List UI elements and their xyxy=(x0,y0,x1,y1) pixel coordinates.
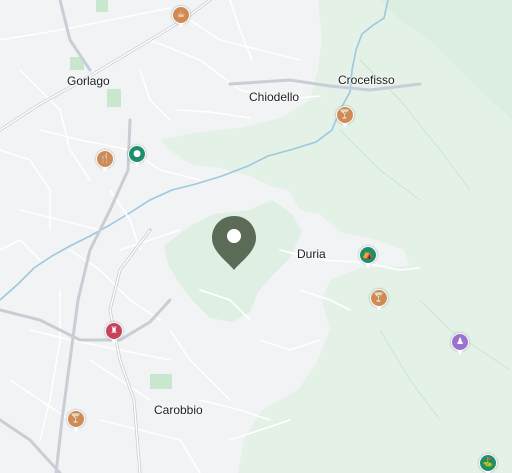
bar-icon[interactable]: 🍸 xyxy=(67,410,85,432)
place-label-duria[interactable]: Duria xyxy=(297,247,326,261)
golf-icon[interactable]: ⛳ xyxy=(479,454,497,473)
bar-icon[interactable]: 🍸 xyxy=(370,289,388,311)
location-pin-icon[interactable] xyxy=(210,214,258,272)
place-label-chiodello[interactable]: Chiodello xyxy=(249,90,299,104)
picnic-icon[interactable]: ⛺ xyxy=(359,246,377,268)
park-icon[interactable]: ● xyxy=(128,145,146,167)
park-area xyxy=(150,374,172,389)
attraction-icon[interactable]: ♟ xyxy=(451,333,469,355)
place-label-crocefisso[interactable]: Crocefisso xyxy=(338,73,395,87)
museum-icon[interactable]: ♜ xyxy=(105,322,123,344)
place-label-carobbio[interactable]: Carobbio xyxy=(154,403,203,417)
place-label-gorlago[interactable]: Gorlago xyxy=(67,74,110,88)
cafe-icon[interactable]: ☕ xyxy=(172,6,190,28)
bar-icon[interactable]: 🍸 xyxy=(336,106,354,128)
park-area xyxy=(107,89,121,107)
restaurant-icon[interactable]: 🍴 xyxy=(96,150,114,172)
park-area xyxy=(96,0,108,12)
map-canvas[interactable]: Gorlago Chiodello Crocefisso Duria Carob… xyxy=(0,0,512,473)
